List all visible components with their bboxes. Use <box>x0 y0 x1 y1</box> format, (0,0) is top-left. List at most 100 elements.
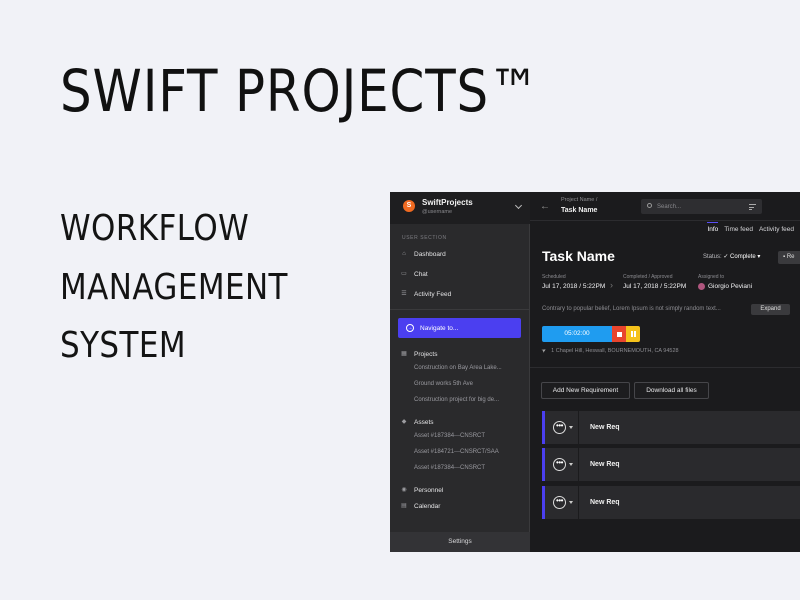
add-requirement-button[interactable]: Add New Requirement <box>541 382 630 399</box>
pause-button[interactable] <box>626 326 640 342</box>
stop-button[interactable] <box>612 326 626 342</box>
location-text: 1 Chapel Hill, Heswall, BOURNEMOUTH, CA … <box>551 348 679 354</box>
search-placeholder: Search... <box>657 203 682 210</box>
sidebar-item-label: Activity Feed <box>414 290 452 298</box>
divider <box>578 411 579 444</box>
caret-down-icon[interactable] <box>569 426 573 429</box>
requirement-label: New Req <box>590 461 620 468</box>
sidebar-item-activity-feed[interactable]: ☰ Activity Feed <box>401 288 451 300</box>
requirement-row[interactable]: ••• New Req <box>542 448 800 481</box>
assigned-label: Assigned to <box>698 274 725 280</box>
hero-title: SWIFT PROJECTS™ <box>60 57 540 125</box>
more-options-icon[interactable]: ••• <box>553 458 566 471</box>
chat-icon: ▭ <box>401 271 407 277</box>
caret-down-icon[interactable] <box>569 501 573 504</box>
pause-icon <box>631 331 633 337</box>
asset-item[interactable]: Asset #184721---CNSRCT/SAA <box>414 449 499 455</box>
project-item[interactable]: Construction project for big de... <box>414 397 499 403</box>
chevron-down-icon[interactable] <box>514 201 523 210</box>
tab-bar: Info Time feed Activity feed <box>707 222 800 233</box>
stop-icon <box>616 331 622 337</box>
divider <box>390 309 530 310</box>
task-title: Task Name <box>542 248 615 264</box>
comment-button[interactable]: ▪ Re <box>778 251 800 264</box>
requirement-row[interactable]: ••• New Req <box>542 411 800 444</box>
status-value: ✓ Complete ▾ <box>723 254 761 260</box>
assigned-value[interactable]: Giorgio Peviani <box>708 283 752 290</box>
navigate-label: Navigate to... <box>420 324 459 332</box>
location: ➤ 1 Chapel Hill, Heswall, BOURNEMOUTH, C… <box>540 347 679 355</box>
avatar <box>698 283 705 290</box>
requirement-row[interactable]: ••• New Req <box>542 486 800 519</box>
list-icon: ☰ <box>401 291 407 297</box>
sidebar-item-label: Chat <box>414 270 428 278</box>
scheduled-label: Scheduled <box>542 274 566 280</box>
requirement-label: New Req <box>590 424 620 431</box>
requirement-label: New Req <box>590 499 620 506</box>
main-panel: ← Project Name / Task Name Search... Inf… <box>530 192 800 552</box>
sidebar-item-label: Dashboard <box>414 250 446 258</box>
subtitle-line: SYSTEM <box>60 325 186 366</box>
sidebar-item-label: Projects <box>414 350 438 358</box>
sidebar-item-calendar[interactable]: ▤ Calendar <box>401 500 440 512</box>
comment-button-label: Re <box>786 254 795 260</box>
asset-item[interactable]: Asset #187384---CNSRCT <box>414 465 485 471</box>
divider <box>530 367 800 368</box>
sidebar: S SwiftProjects @username USER SECTION ⌂… <box>390 192 530 552</box>
page-title: Task Name <box>561 207 598 214</box>
more-options-icon[interactable]: ••• <box>553 496 566 509</box>
navigate-to-button[interactable]: → Navigate to... <box>398 318 521 338</box>
project-item[interactable]: Construction on Bay Area Lake... <box>414 365 502 371</box>
divider <box>578 448 579 481</box>
grid-icon: ▦ <box>401 351 407 357</box>
location-arrow-icon: ➤ <box>540 347 548 355</box>
cube-icon: ◆ <box>401 419 407 425</box>
timer-display[interactable]: 05:02:00 <box>542 326 612 342</box>
hero-subtitle: WORKFLOW MANAGEMENT SYSTEM <box>60 200 325 376</box>
sidebar-item-label: Calendar <box>414 502 441 510</box>
settings-button[interactable]: Settings <box>390 532 530 552</box>
person-icon: ◉ <box>401 487 407 493</box>
arrow-right-circle-icon: → <box>406 324 414 332</box>
brand-switcher[interactable]: S SwiftProjects @username <box>390 192 530 224</box>
section-label: USER SECTION <box>402 235 447 241</box>
back-arrow-icon[interactable]: ← <box>540 201 550 212</box>
completed-label: Completed / Approved <box>623 274 673 280</box>
sidebar-item-chat[interactable]: ▭ Chat <box>401 268 428 280</box>
search-input[interactable]: Search... <box>641 199 762 214</box>
chevron-right-icon: › <box>610 280 613 290</box>
username: @username <box>422 209 453 215</box>
sidebar-item-assets[interactable]: ◆ Assets <box>401 416 434 428</box>
task-description: Contrary to popular belief, Lorem Ipsum … <box>542 306 721 312</box>
app-window: S SwiftProjects @username USER SECTION ⌂… <box>390 192 800 552</box>
status-dropdown[interactable]: Status: ✓ Complete ▾ <box>703 253 760 260</box>
divider <box>530 220 800 221</box>
download-all-button[interactable]: Download all files <box>634 382 709 399</box>
tab-time-feed[interactable]: Time feed <box>724 222 753 233</box>
caret-down-icon[interactable] <box>569 463 573 466</box>
project-item[interactable]: Ground works 5th Ave <box>414 381 473 387</box>
completed-value: Jul 17, 2018 / 5:22PM <box>623 283 687 290</box>
tab-info[interactable]: Info <box>707 222 719 233</box>
filter-icon[interactable] <box>749 204 756 212</box>
sidebar-item-dashboard[interactable]: ⌂ Dashboard <box>401 248 446 260</box>
sidebar-item-label: Assets <box>414 418 434 426</box>
scheduled-value: Jul 17, 2018 / 5:22PM <box>542 283 606 290</box>
status-label: Status: <box>703 254 722 260</box>
tab-activity-feed[interactable]: Activity feed <box>759 222 794 233</box>
subtitle-line: WORKFLOW <box>60 208 250 249</box>
home-icon: ⌂ <box>402 251 406 257</box>
sidebar-item-projects[interactable]: ▦ Projects <box>401 348 437 360</box>
breadcrumb[interactable]: Project Name / <box>561 197 597 203</box>
sidebar-item-personnel[interactable]: ◉ Personnel <box>401 484 443 496</box>
more-options-icon[interactable]: ••• <box>553 421 566 434</box>
calendar-icon: ▤ <box>401 503 407 509</box>
expand-button[interactable]: Expand <box>751 304 790 315</box>
search-icon <box>647 203 652 208</box>
divider <box>578 486 579 519</box>
pause-icon <box>634 331 636 337</box>
asset-item[interactable]: Asset #187384---CNSRCT <box>414 433 485 439</box>
subtitle-line: MANAGEMENT <box>60 266 288 308</box>
sidebar-item-label: Personnel <box>414 486 444 494</box>
brand-logo-icon: S <box>403 200 415 212</box>
